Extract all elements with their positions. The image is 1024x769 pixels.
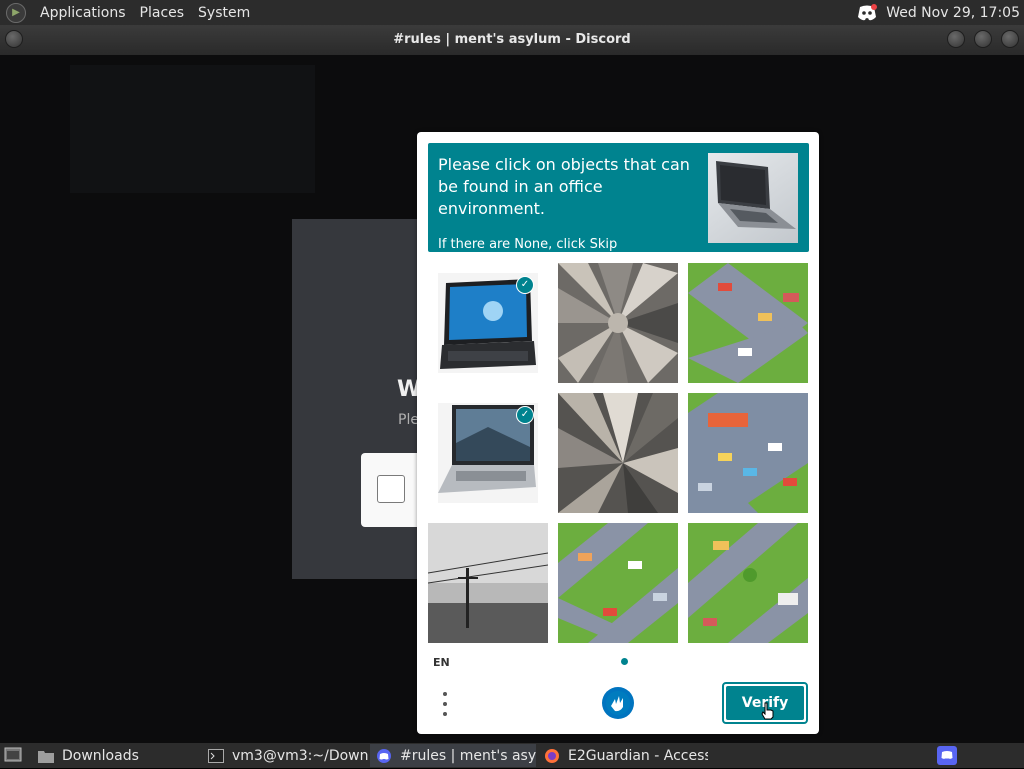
image-tile[interactable]: ✓ <box>428 263 548 383</box>
isometric-street-image <box>558 523 678 643</box>
example-laptop-image <box>708 153 798 243</box>
taskbar: Downloads vm3@vm3:~/Downl... #rules | me… <box>0 743 1024 768</box>
taskbar-item-label: E2Guardian - Access... <box>568 747 708 764</box>
language-selector[interactable]: EN <box>433 656 450 669</box>
dimmed-panel <box>70 65 315 193</box>
city-aerial-image <box>558 393 678 513</box>
captcha-checkbox[interactable] <box>377 475 405 503</box>
show-desktop-icon[interactable] <box>4 747 22 763</box>
window-title: #rules | ment's asylum - Discord <box>393 32 631 47</box>
image-tile[interactable] <box>688 393 808 513</box>
prompt-hint: If there are None, click Skip <box>438 237 618 252</box>
folder-icon <box>38 750 54 763</box>
menu-system[interactable]: System <box>198 5 250 21</box>
background-modal-subtitle: Ple <box>398 412 419 428</box>
menu-applications[interactable]: Applications <box>40 5 126 21</box>
tray-discord-icon[interactable] <box>937 746 957 765</box>
taskbar-item-firefox[interactable]: E2Guardian - Access... <box>538 744 708 767</box>
hand-cursor-icon <box>761 702 774 720</box>
taskbar-item-terminal[interactable]: vm3@vm3:~/Downl... <box>202 744 368 767</box>
distro-logo-icon[interactable]: ▶ <box>6 2 26 23</box>
image-tile[interactable] <box>558 393 678 513</box>
page-indicator-dot <box>621 658 628 665</box>
selected-check-icon: ✓ <box>516 276 534 294</box>
taskbar-item-downloads[interactable]: Downloads <box>32 744 198 767</box>
isometric-street-image <box>688 523 808 643</box>
close-button[interactable] <box>1001 30 1019 48</box>
maximize-button[interactable] <box>974 30 992 48</box>
taskbar-item-discord[interactable]: #rules | ment's asylu... <box>370 744 536 767</box>
taskbar-item-label: #rules | ment's asylu... <box>400 747 536 764</box>
clock[interactable]: Wed Nov 29, 17:05 <box>886 5 1020 21</box>
city-aerial-image <box>558 263 678 383</box>
isometric-street-image <box>688 393 808 513</box>
image-tile[interactable] <box>428 523 548 643</box>
image-tile[interactable]: ✓ <box>428 393 548 513</box>
hcaptcha-challenge: Please click on objects that can be foun… <box>417 132 819 734</box>
image-tile[interactable] <box>688 523 808 643</box>
image-tile[interactable] <box>558 263 678 383</box>
minimize-button[interactable] <box>947 30 965 48</box>
hcaptcha-logo-icon <box>602 687 634 719</box>
discord-tray-icon[interactable] <box>856 3 878 22</box>
firefox-icon <box>545 748 559 763</box>
power-lines-image <box>428 523 548 643</box>
selected-check-icon: ✓ <box>516 406 534 424</box>
discord-icon <box>377 748 391 763</box>
challenge-prompt: Please click on objects that can be foun… <box>428 143 809 252</box>
image-tile[interactable] <box>688 263 808 383</box>
taskbar-item-label: vm3@vm3:~/Downl... <box>232 747 368 764</box>
window-titlebar[interactable]: #rules | ment's asylum - Discord <box>0 25 1024 55</box>
prompt-text: Please click on objects that can be foun… <box>438 155 690 218</box>
menu-places[interactable]: Places <box>140 5 185 21</box>
isometric-street-image <box>688 263 808 383</box>
top-panel: ▶ Applications Places System Wed Nov 29,… <box>0 0 1024 25</box>
terminal-icon <box>208 748 224 763</box>
taskbar-item-label: Downloads <box>62 747 139 764</box>
image-tile[interactable] <box>558 523 678 643</box>
more-options-icon[interactable] <box>442 690 448 718</box>
